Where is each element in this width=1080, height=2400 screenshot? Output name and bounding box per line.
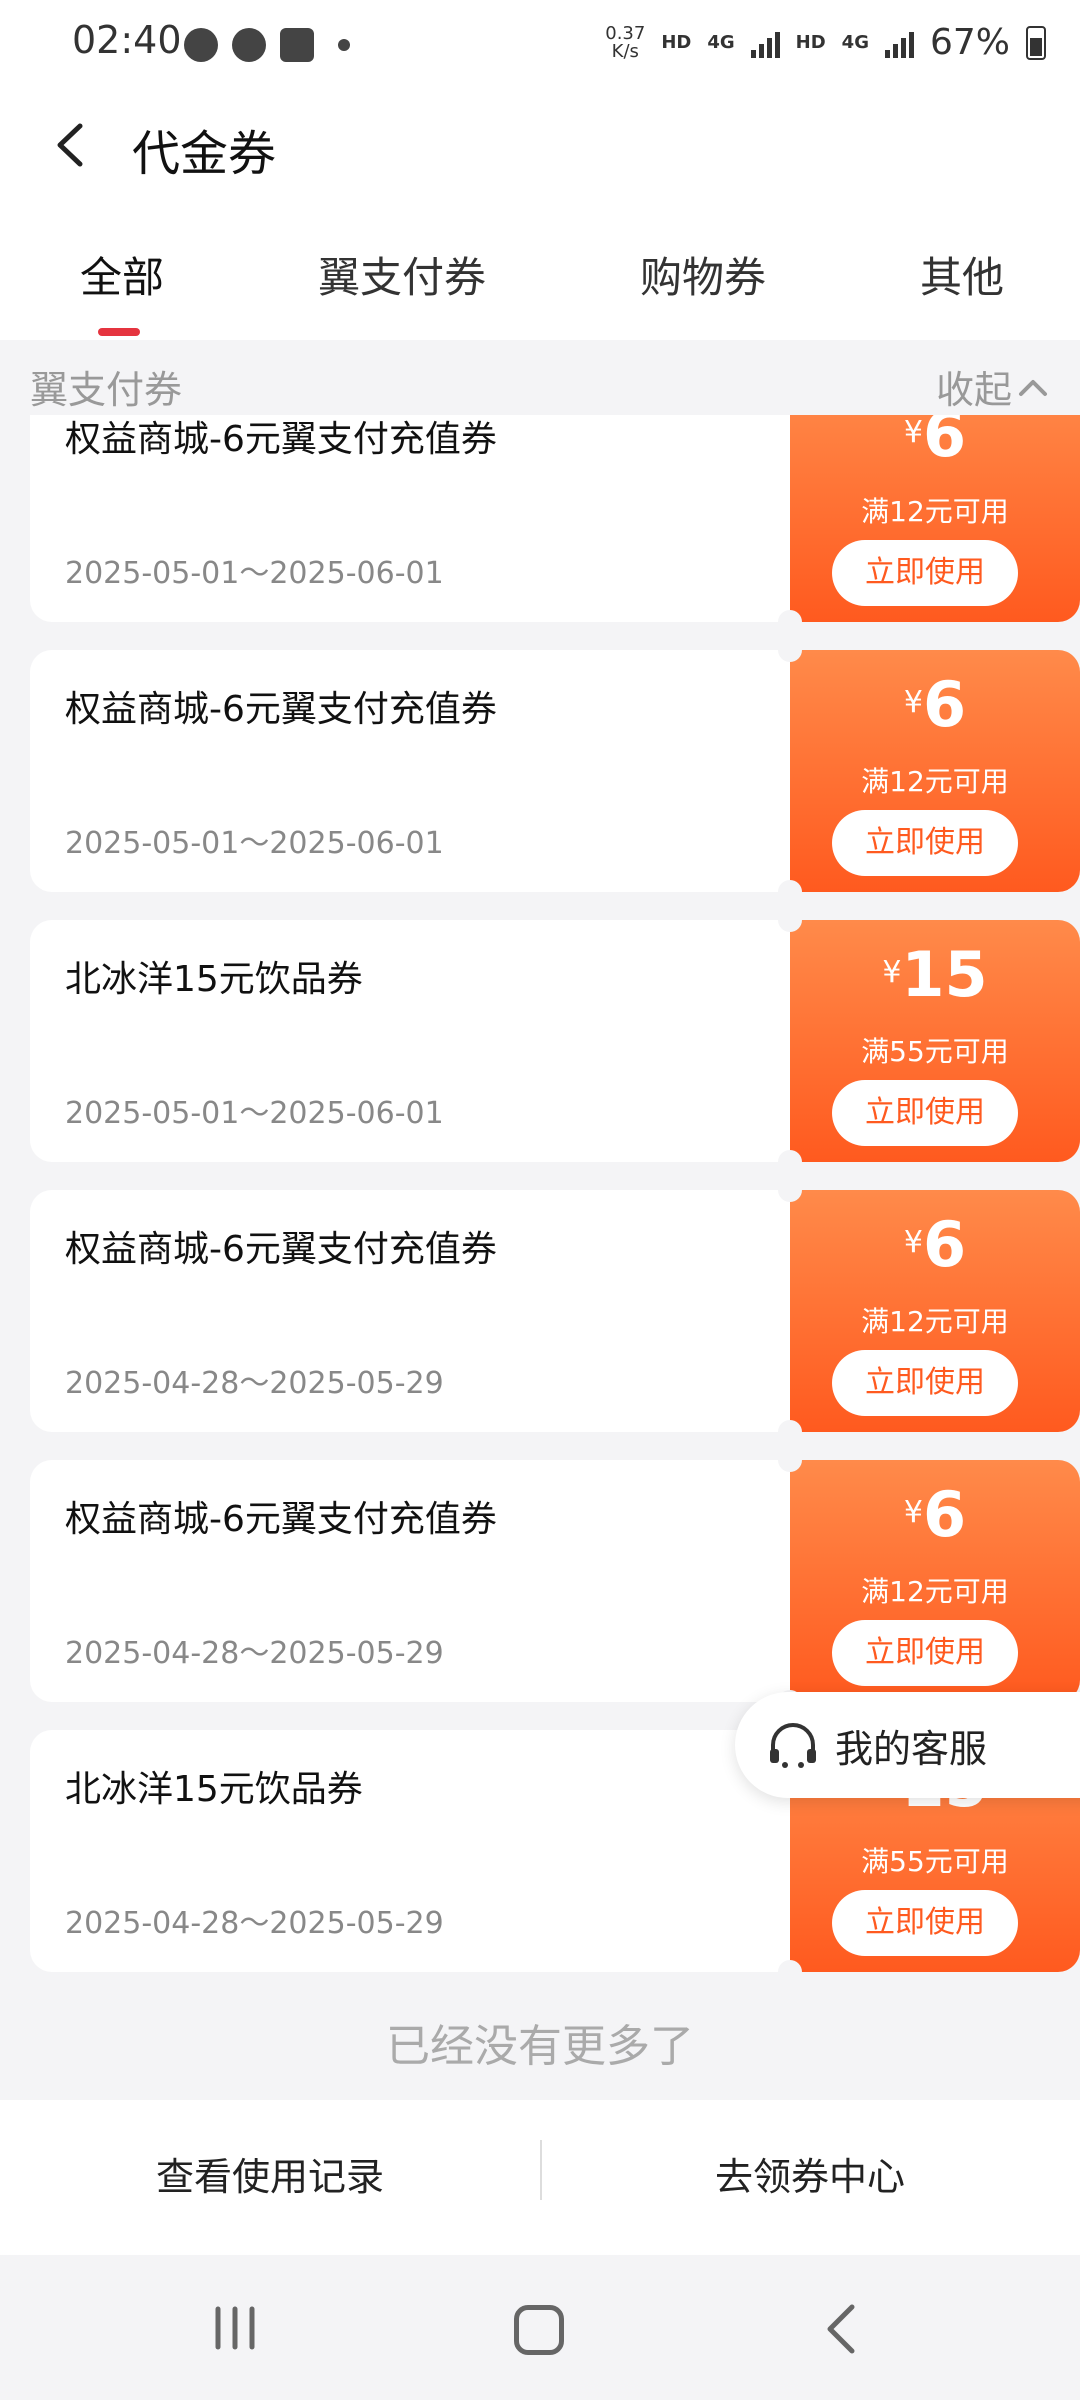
battery-percent: 67%	[929, 22, 1010, 63]
battery-icon	[1026, 25, 1046, 60]
network-speed: 0.37 K/s	[605, 22, 646, 62]
coupon-amount: ¥6	[903, 415, 967, 471]
coupon-condition: 满12元可用	[861, 495, 1009, 528]
view-usage-history-button[interactable]: 查看使用记录	[0, 2100, 540, 2255]
coupon-card: 权益商城-6元翼支付充值券 2025-04-28～2025-05-29 ¥6 满…	[30, 1448, 1080, 1714]
coupon-condition: 满12元可用	[861, 1575, 1009, 1608]
recent-apps-icon[interactable]	[210, 2305, 260, 2351]
tab-other[interactable]: 其他	[920, 244, 1004, 305]
tab-shopping[interactable]: 购物券	[640, 244, 766, 305]
chevron-up-icon	[1019, 379, 1047, 396]
coupon-card: 权益商城-6元翼支付充值券 2025-05-01～2025-06-01 ¥6 满…	[30, 638, 1080, 904]
coupon-name: 权益商城-6元翼支付充值券	[65, 1229, 497, 1270]
coupon-name: 北冰洋15元饮品券	[65, 959, 363, 1000]
collapse-button[interactable]: 收起	[936, 359, 1050, 414]
hd-badge: HD	[661, 32, 692, 53]
bottom-action-bar: 查看使用记录 去领券中心	[0, 2100, 1080, 2255]
coupon-date: 2025-05-01～2025-06-01	[65, 826, 444, 861]
headset-icon	[770, 1723, 816, 1768]
hd-badge-2: HD	[795, 32, 826, 53]
active-tab-indicator	[98, 328, 140, 336]
system-nav-bar	[0, 2255, 1080, 2400]
more-notifications-dot-icon	[338, 39, 350, 51]
signal-icon-2	[884, 28, 914, 58]
coupon-amount: ¥6	[903, 1208, 967, 1281]
app-header: 代金券	[0, 90, 1080, 200]
network-gen-badge: 4G	[707, 32, 735, 53]
coupon-amount: ¥6	[903, 668, 967, 741]
use-now-button[interactable]: 立即使用	[832, 1080, 1018, 1146]
image-notification-icon	[280, 28, 314, 62]
signal-icon	[750, 28, 780, 58]
coupon-name: 北冰洋15元饮品券	[65, 1769, 363, 1810]
coupon-condition: 满55元可用	[861, 1035, 1009, 1068]
home-icon[interactable]	[514, 2305, 564, 2355]
list-end-text: 已经没有更多了	[386, 2021, 694, 2072]
customer-service-button[interactable]: 我的客服	[735, 1692, 1080, 1798]
use-now-button[interactable]: 立即使用	[832, 810, 1018, 876]
collapse-label: 收起	[935, 368, 1012, 412]
coupon-card: 权益商城-6元翼支付充值券 2025-05-01～2025-06-01 ¥6 满…	[30, 415, 1080, 634]
coupon-amount: ¥15	[882, 938, 988, 1011]
use-now-button[interactable]: 立即使用	[832, 1620, 1018, 1686]
chat-notification-icon	[184, 28, 218, 62]
coupon-name: 权益商城-6元翼支付充值券	[65, 419, 497, 460]
notification-icons	[184, 28, 350, 62]
use-now-button[interactable]: 立即使用	[832, 1890, 1018, 1956]
coupon-date: 2025-04-28～2025-05-29	[65, 1636, 444, 1671]
status-indicators: 0.37 K/s HD 4G HD 4G 67%	[605, 22, 1046, 63]
coupon-date: 2025-05-01～2025-06-01	[65, 1096, 444, 1131]
coupon-condition: 满55元可用	[861, 1845, 1009, 1878]
status-time: 02:40	[72, 18, 182, 62]
back-arrow-icon[interactable]	[48, 120, 98, 170]
nav-back-icon[interactable]	[822, 2303, 862, 2355]
coupon-center-button[interactable]: 去领券中心	[540, 2100, 1080, 2255]
coupon-card: 北冰洋15元饮品券 2025-05-01～2025-06-01 ¥15 满55元…	[30, 908, 1080, 1174]
section-header: 翼支付券 收起	[0, 345, 1080, 415]
coupon-date: 2025-05-01～2025-06-01	[65, 556, 444, 591]
coupon-condition: 满12元可用	[861, 1305, 1009, 1338]
status-bar: 02:40 0.37 K/s HD 4G HD 4G 67%	[0, 0, 1080, 90]
network-gen-badge-2: 4G	[841, 32, 869, 53]
coupon-card: 权益商城-6元翼支付充值券 2025-04-28～2025-05-29 ¥6 满…	[30, 1178, 1080, 1444]
tab-bar: 全部 翼支付券 购物券 其他	[0, 200, 1080, 340]
coupon-date: 2025-04-28～2025-05-29	[65, 1906, 444, 1941]
section-title: 翼支付券	[30, 368, 183, 412]
tab-bestpay[interactable]: 翼支付券	[318, 244, 486, 305]
coupon-amount: ¥6	[903, 1478, 967, 1551]
tab-all[interactable]: 全部	[80, 244, 164, 305]
coupon-date: 2025-04-28～2025-05-29	[65, 1366, 444, 1401]
app-notification-icon	[232, 28, 266, 62]
use-now-button[interactable]: 立即使用	[832, 1350, 1018, 1416]
coupon-name: 权益商城-6元翼支付充值券	[65, 1499, 497, 1540]
coupon-condition: 满12元可用	[861, 765, 1009, 798]
coupon-name: 权益商城-6元翼支付充值券	[65, 689, 497, 730]
customer-service-label: 我的客服	[835, 1726, 988, 1771]
use-now-button[interactable]: 立即使用	[832, 540, 1018, 606]
page-title: 代金券	[132, 126, 277, 182]
